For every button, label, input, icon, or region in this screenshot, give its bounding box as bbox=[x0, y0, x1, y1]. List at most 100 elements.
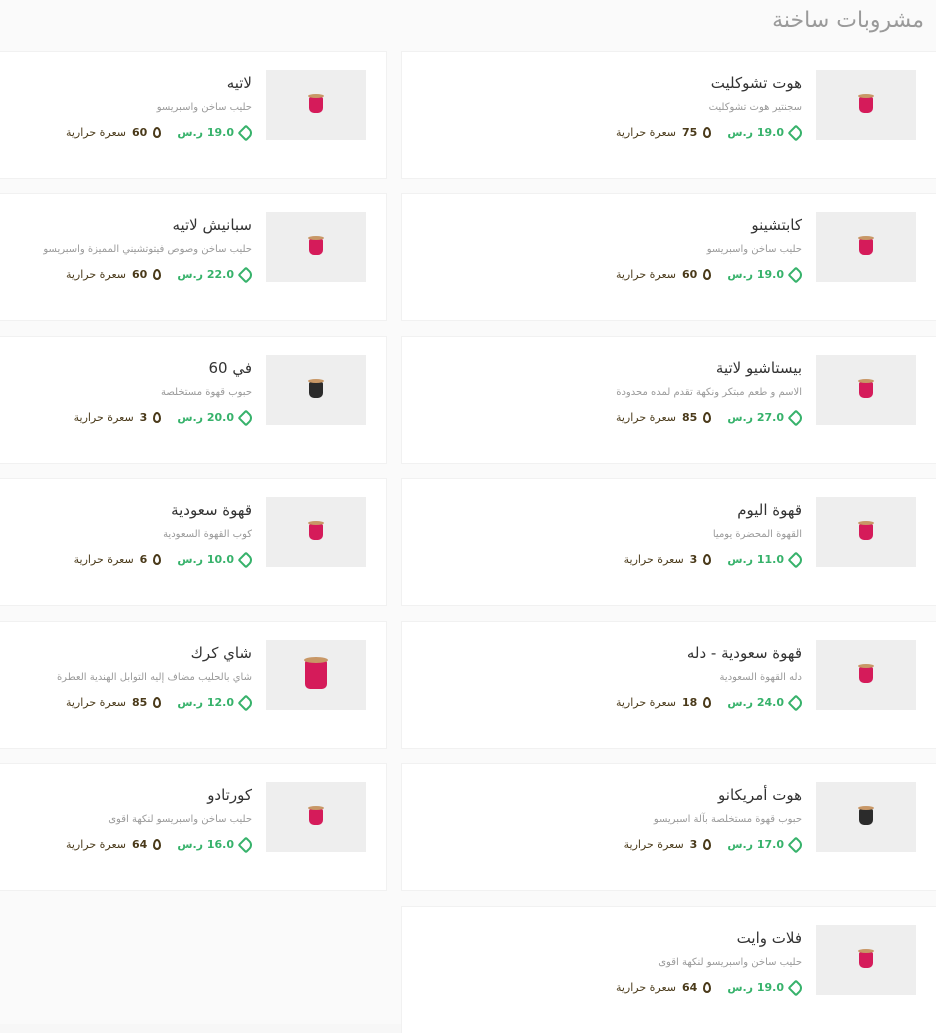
price-value: 19.0 ر.س bbox=[727, 126, 784, 139]
flame-icon bbox=[153, 127, 162, 138]
calorie-label: سعرة حرارية bbox=[623, 553, 684, 566]
flame-icon bbox=[153, 269, 162, 280]
item-price: 24.0 ر.س bbox=[727, 694, 805, 711]
product-image[interactable] bbox=[816, 782, 916, 852]
cup-icon bbox=[308, 521, 324, 540]
menu-item-card[interactable]: هوت أمريكانو حبوب قهوة مستخلصة بآلة اسبري… bbox=[402, 764, 936, 890]
item-description: حليب ساخن وصوص فيتوتشيني المميزة واسبريس… bbox=[43, 244, 252, 255]
product-image[interactable] bbox=[266, 782, 366, 852]
item-meta: 19.0 ر.س 75 سعرة حرارية bbox=[615, 124, 805, 141]
item-name[interactable]: قهوة سعودية - دله bbox=[616, 644, 802, 662]
calorie-value: 85 bbox=[682, 411, 698, 424]
price-value: 11.0 ر.س bbox=[727, 553, 784, 566]
item-calories: 6 سعرة حرارية bbox=[74, 553, 162, 566]
menu-item-card[interactable]: شاي كرك شاي بالحليب مضاف إليه التوابل اله… bbox=[0, 622, 386, 748]
item-description: حليب ساخن واسبريسو لنكهة اقوى bbox=[108, 814, 252, 825]
item-meta: 27.0 ر.س 85 سعرة حرارية bbox=[616, 409, 805, 426]
item-name[interactable]: سبانيش لاتيه bbox=[43, 216, 252, 234]
menu-item-card[interactable]: سبانيش لاتيه حليب ساخن وصوص فيتوتشيني الم… bbox=[0, 194, 386, 320]
product-image[interactable] bbox=[266, 70, 366, 140]
item-price: 16.0 ر.س bbox=[177, 836, 255, 853]
cup-icon bbox=[858, 521, 874, 540]
menu-item-card[interactable]: بيستاشيو لاتية الاسم و طعم مبتكر ونكهة تق… bbox=[402, 337, 936, 463]
item-name[interactable]: كابتشينو bbox=[616, 216, 802, 234]
item-name[interactable]: بيستاشيو لاتية bbox=[616, 359, 802, 377]
item-description: حبوب قهوة مستخلصة bbox=[160, 387, 252, 398]
product-image[interactable] bbox=[266, 497, 366, 567]
flame-icon bbox=[153, 554, 162, 565]
item-price: 19.0 ر.س bbox=[177, 124, 255, 141]
item-info: هوت أمريكانو حبوب قهوة مستخلصة بآلة اسبري… bbox=[623, 786, 805, 853]
menu-item-card[interactable]: هوت تشوكليت سجنتير هوت تشوكليت 19.0 ر.س 75 س… bbox=[402, 52, 936, 178]
price-tag-icon bbox=[787, 124, 805, 141]
item-name[interactable]: قهوة اليوم bbox=[624, 501, 802, 519]
calorie-label: سعرة حرارية bbox=[615, 981, 677, 994]
menu-item-card[interactable]: قهوة اليوم القهوة المحضرة يوميا 11.0 ر.س 3 س… bbox=[402, 479, 936, 605]
item-meta: 19.0 ر.س 64 سعرة حرارية bbox=[615, 979, 805, 996]
item-price: 17.0 ر.س bbox=[727, 836, 805, 853]
calorie-label: سعرة حرارية bbox=[65, 696, 127, 709]
menu-item-card[interactable]: قهوة سعودية - دله دله القهوة السعودية 24.0… bbox=[402, 622, 936, 748]
cup-icon bbox=[308, 806, 324, 825]
item-name[interactable]: هوت أمريكانو bbox=[624, 786, 802, 804]
item-info: كابتشينو حليب ساخن واسبريسو 19.0 ر.س 60 سعرة… bbox=[616, 216, 805, 283]
product-image[interactable] bbox=[816, 355, 916, 425]
flame-icon bbox=[703, 269, 712, 280]
cup-icon bbox=[308, 94, 324, 113]
menu-item-card[interactable]: كابتشينو حليب ساخن واسبريسو 19.0 ر.س 60 سعرة… bbox=[402, 194, 936, 320]
item-name[interactable]: فلات وايت bbox=[616, 929, 802, 947]
price-value: 20.0 ر.س bbox=[177, 411, 234, 424]
product-image[interactable] bbox=[816, 640, 916, 710]
product-image[interactable] bbox=[266, 212, 366, 282]
item-price: 20.0 ر.س bbox=[177, 409, 255, 426]
menu-item-card[interactable]: فلات وايت حليب ساخن واسبريسو لنكهة اقوى 19… bbox=[402, 907, 936, 1033]
price-tag-icon bbox=[237, 266, 255, 283]
product-image[interactable] bbox=[266, 640, 366, 710]
price-value: 19.0 ر.س bbox=[727, 981, 784, 994]
item-meta: 12.0 ر.س 85 سعرة حرارية bbox=[57, 694, 255, 711]
menu-item-card[interactable]: قهوة سعودية كوب القهوة السعودية 10.0 ر.س 6 س… bbox=[0, 479, 386, 605]
item-name[interactable]: لاتيه bbox=[66, 74, 252, 92]
item-calories: 75 سعرة حرارية bbox=[615, 126, 712, 139]
menu-item-card[interactable]: كورتادو حليب ساخن واسبريسو لنكهة اقوى 16.0… bbox=[0, 764, 386, 890]
calorie-label: سعرة حرارية bbox=[65, 126, 127, 139]
product-image[interactable] bbox=[266, 355, 366, 425]
cup-icon bbox=[308, 236, 324, 255]
item-calories: 60 سعرة حرارية bbox=[65, 126, 162, 139]
item-name[interactable]: شاي كرك bbox=[57, 644, 252, 662]
flame-icon bbox=[703, 982, 712, 993]
item-description: دله القهوة السعودية bbox=[719, 672, 802, 683]
product-image[interactable] bbox=[816, 212, 916, 282]
calorie-value: 64 bbox=[682, 981, 698, 994]
item-meta: 17.0 ر.س 3 سعرة حرارية bbox=[623, 836, 805, 853]
calorie-label: سعرة حرارية bbox=[615, 126, 677, 139]
calorie-label: سعرة حرارية bbox=[623, 838, 684, 851]
price-value: 27.0 ر.س bbox=[727, 411, 784, 424]
price-value: 19.0 ر.س bbox=[727, 268, 784, 281]
menu-item-card[interactable]: لاتيه حليب ساخن واسبريسو 19.0 ر.س 60 سعرة حر… bbox=[0, 52, 386, 178]
item-calories: 64 سعرة حرارية bbox=[65, 838, 162, 851]
calorie-value: 60 bbox=[132, 126, 148, 139]
flame-icon bbox=[153, 412, 162, 423]
calorie-value: 3 bbox=[689, 553, 698, 566]
cup-icon bbox=[308, 379, 324, 398]
item-meta: 16.0 ر.س 64 سعرة حرارية bbox=[65, 836, 255, 853]
item-price: 22.0 ر.س bbox=[177, 266, 255, 283]
item-info: قهوة سعودية - دله دله القهوة السعودية 24.0… bbox=[616, 644, 805, 711]
product-image[interactable] bbox=[816, 70, 916, 140]
product-image[interactable] bbox=[816, 925, 916, 995]
product-image[interactable] bbox=[816, 497, 916, 567]
item-name[interactable]: كورتادو bbox=[66, 786, 252, 804]
item-price: 27.0 ر.س bbox=[727, 409, 805, 426]
item-name[interactable]: قهوة سعودية bbox=[74, 501, 252, 519]
item-meta: 11.0 ر.س 3 سعرة حرارية bbox=[623, 551, 805, 568]
item-name[interactable]: هوت تشوكليت bbox=[616, 74, 802, 92]
flame-icon bbox=[703, 697, 712, 708]
item-name[interactable]: في 60 bbox=[74, 359, 252, 377]
flame-icon bbox=[153, 697, 162, 708]
price-tag-icon bbox=[787, 551, 805, 568]
menu-item-card[interactable]: في 60 حبوب قهوة مستخلصة 20.0 ر.س 3 سعرة حرار… bbox=[0, 337, 386, 463]
flame-icon bbox=[703, 412, 712, 423]
calorie-label: سعرة حرارية bbox=[65, 838, 127, 851]
item-info: في 60 حبوب قهوة مستخلصة 20.0 ر.س 3 سعرة حرار… bbox=[74, 359, 255, 426]
